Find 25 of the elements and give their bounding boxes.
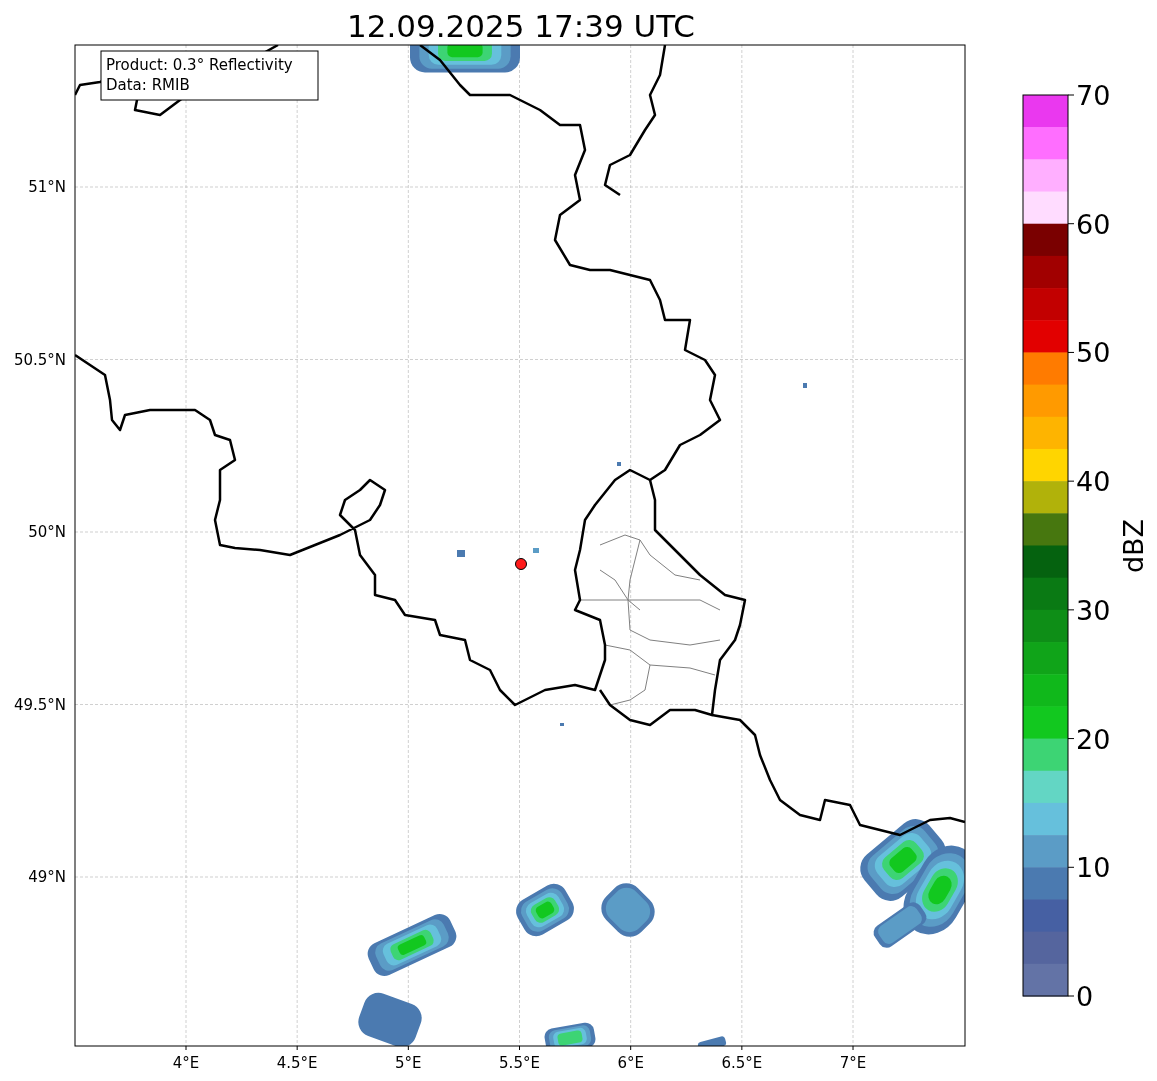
radar-station-marker xyxy=(515,558,527,570)
longitude-label: 4°E xyxy=(172,1054,200,1072)
colorbar-tick-label: 40 xyxy=(1076,466,1111,498)
colorbar-label: dBZ xyxy=(1118,518,1149,574)
longitude-label: 5.5°E xyxy=(499,1054,540,1072)
longitude-label: 7°E xyxy=(839,1054,867,1072)
latitude-label: 49.5°N xyxy=(13,695,66,714)
colorbar-tick-label: 50 xyxy=(1076,337,1111,369)
chart-title: 12.09.2025 17:39 UTC xyxy=(347,8,695,44)
colorbar-tick-label: 0 xyxy=(1076,981,1094,1012)
latitude-label: 49°N xyxy=(28,868,66,886)
colorbar-tick-label: 30 xyxy=(1076,594,1111,626)
latitude-label: 51°N xyxy=(28,178,66,196)
colorbar-tick-label: 60 xyxy=(1076,208,1111,240)
info-text: Product: 0.3° Reflectivity xyxy=(106,56,293,74)
info-text: Data: RMIB xyxy=(106,76,190,94)
colorbar-tick-label: 20 xyxy=(1076,723,1111,755)
latitude-label: 50°N xyxy=(28,523,66,541)
longitude-label: 6.5°E xyxy=(721,1054,763,1072)
colorbar-tick-label: 10 xyxy=(1076,852,1111,884)
latitude-label: 50.5°N xyxy=(13,350,66,369)
longitude-label: 6°E xyxy=(617,1054,644,1072)
longitude-label: 5°E xyxy=(395,1054,422,1072)
longitude-label: 4.5°E xyxy=(276,1054,318,1072)
colorbar-tick-label: 70 xyxy=(1076,80,1111,111)
